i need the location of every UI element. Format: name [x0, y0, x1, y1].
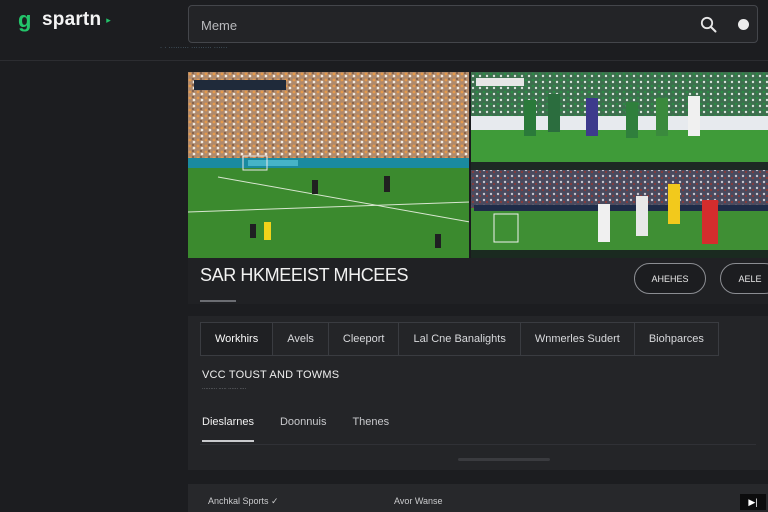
logo[interactable]: g spartn ▸ — [18, 9, 111, 31]
subtab-item[interactable]: Dieslarnes — [202, 416, 254, 442]
search-bar — [188, 5, 758, 43]
search-icon[interactable] — [700, 16, 717, 33]
hero-primary-button[interactable]: AHEHES — [634, 263, 706, 294]
search-input[interactable] — [201, 15, 681, 35]
hero-caption-bar: SAR HKMEEIST MHCEES AHEHES AELE — [188, 258, 768, 304]
football-collage-image — [188, 72, 768, 258]
tab-item[interactable]: Avels — [272, 322, 328, 356]
player-controls-icon[interactable]: ▶| — [740, 494, 766, 510]
category-tabs: Workhirs Avels Cleeport Lal Cne Banaligh… — [200, 322, 719, 356]
bottom-strip: Anchkal Sports ✓ Avor Wanse ▶| — [188, 484, 768, 512]
hero-title: SAR HKMEEIST MHCEES — [200, 265, 409, 285]
bottom-item-secondary[interactable]: Avor Wanse — [394, 496, 443, 506]
header-divider — [0, 60, 768, 61]
subtab-item[interactable]: Thenes — [352, 416, 389, 442]
profile-dot-icon[interactable] — [738, 19, 749, 30]
hero-image[interactable] — [188, 72, 768, 258]
bottom-item-sports[interactable]: Anchkal Sports ✓ — [208, 496, 279, 507]
content-panel: Workhirs Avels Cleeport Lal Cne Banaligh… — [188, 316, 768, 470]
logo-mark: g — [18, 7, 32, 32]
chevron-right-icon: ▸ — [106, 14, 111, 25]
sub-tabs: Dieslarnes Doonnuis Thenes — [202, 416, 389, 442]
hero-title-underline — [200, 300, 236, 302]
tab-item[interactable]: Wnmerles Sudert — [519, 322, 634, 356]
hero-secondary-button[interactable]: AELE — [720, 263, 768, 294]
scroll-indicator[interactable] — [458, 458, 550, 461]
subtab-item[interactable]: Doonnuis — [280, 416, 326, 442]
app-root: g spartn ▸ · · ········· ········· ·····… — [0, 0, 768, 512]
tab-item[interactable]: Biohparces — [633, 322, 719, 356]
tab-item[interactable]: Cleeport — [327, 322, 399, 356]
logo-text: spartn — [42, 9, 102, 30]
tab-item[interactable]: Workhirs — [200, 322, 273, 356]
tab-item[interactable]: Lal Cne Banalights — [398, 322, 520, 356]
section-title: VCC TOUST AND TOWMS — [202, 369, 340, 381]
section-subline: ········· ····· ······ ···· — [202, 386, 247, 392]
nav-row: · · ········· ········· ······ — [160, 45, 228, 51]
panel-divider — [200, 444, 756, 445]
